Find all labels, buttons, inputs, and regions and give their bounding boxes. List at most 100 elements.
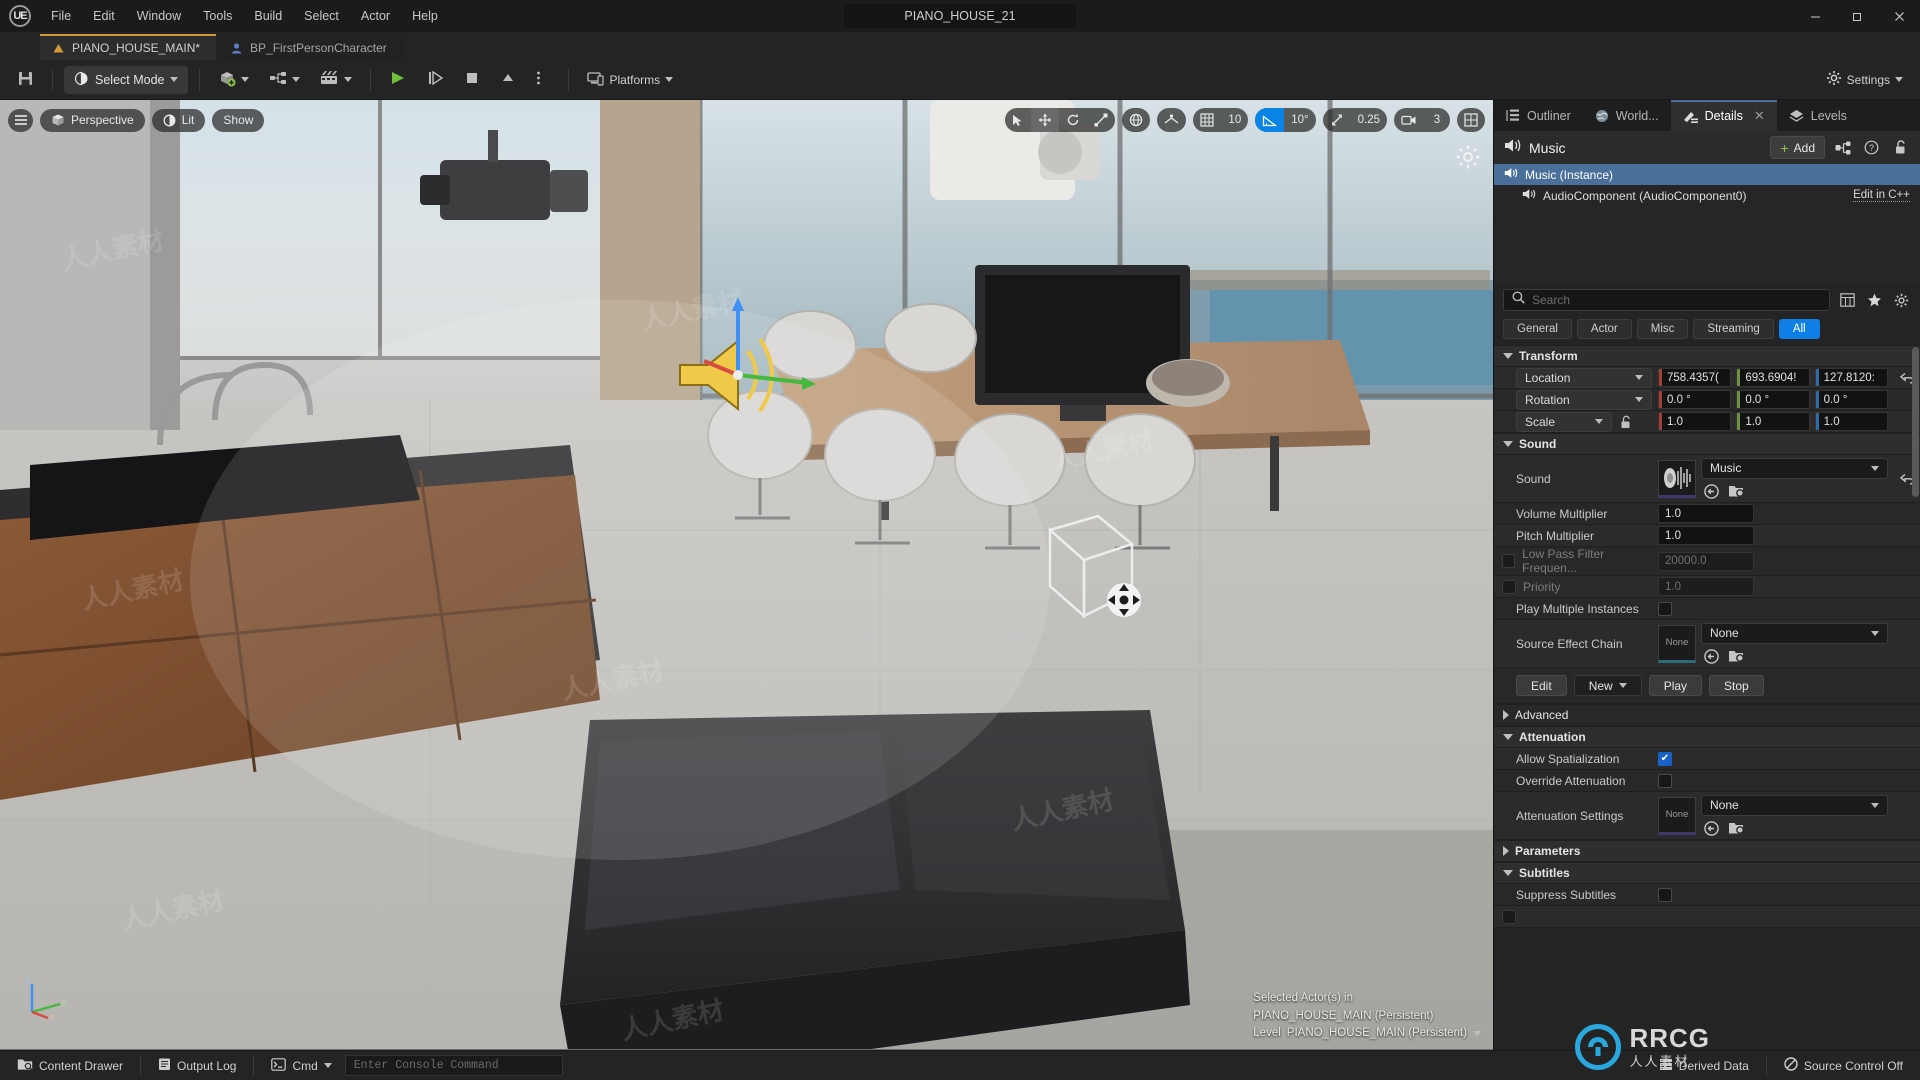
filter-streaming[interactable]: Streaming [1693, 319, 1774, 339]
search-container[interactable] [1503, 289, 1830, 311]
derived-data-button[interactable]: Derived Data [1650, 1054, 1758, 1077]
select-mode-dropdown[interactable]: Select Mode [64, 65, 189, 94]
settings-button[interactable]: Settings [1819, 66, 1910, 94]
angle-snap-icon[interactable] [1255, 108, 1285, 132]
component-music-instance[interactable]: Music (Instance) [1494, 164, 1920, 185]
console-command-input[interactable]: Enter Console Command [344, 1055, 563, 1076]
close-button[interactable] [1878, 0, 1920, 32]
viewport-level-selector[interactable]: Level PIANO_HOUSE_MAIN (Persistent) [1253, 1025, 1481, 1042]
browse-to-asset-icon[interactable] [1703, 820, 1720, 837]
eject-button[interactable] [493, 66, 523, 94]
section-header-transform[interactable]: Transform [1494, 345, 1920, 367]
section-header-attenuation[interactable]: Attenuation [1494, 726, 1920, 748]
scale-x-field[interactable]: 1.0 [1658, 412, 1732, 431]
menu-select[interactable]: Select [293, 4, 350, 29]
level-viewport[interactable]: 人人素材 人人素材 人人素材 人人素材 人人素材 人人素材 人人素材 人人素材 [0, 100, 1493, 1050]
help-icon[interactable]: ? [1860, 136, 1883, 159]
add-component-button[interactable]: + Add [1770, 136, 1825, 159]
blueprints-button[interactable] [262, 66, 307, 94]
minimize-button[interactable] [1794, 0, 1836, 32]
tab-bp-firstpersoncharacter[interactable]: BP_FirstPersonCharacter [218, 34, 403, 60]
scale-snap-icon[interactable] [1323, 108, 1351, 132]
menu-tools[interactable]: Tools [192, 4, 243, 29]
rotation-y-field[interactable]: 0.0 ° [1736, 390, 1810, 409]
tab-piano-house-main[interactable]: PIANO_HOUSE_MAIN* [40, 34, 217, 60]
audio-actor-gizmo[interactable] [660, 295, 840, 475]
menu-help[interactable]: Help [401, 4, 449, 29]
rotation-z-field[interactable]: 0.0 ° [1814, 390, 1888, 409]
pitch-field[interactable]: 1.0 [1658, 526, 1754, 545]
camera-speed-value[interactable]: 3 [1424, 108, 1450, 132]
location-y-field[interactable]: 693.6904! [1736, 368, 1810, 387]
select-tool-icon[interactable] [1005, 108, 1031, 132]
menu-window[interactable]: Window [126, 4, 192, 29]
location-z-field[interactable]: 127.8120: [1814, 368, 1888, 387]
angle-snap-value[interactable]: 10° [1284, 108, 1315, 132]
tab-levels[interactable]: Levels [1776, 100, 1859, 131]
edit-in-cpp-link[interactable]: Edit in C++ [1853, 189, 1910, 202]
location-x-field[interactable]: 758.4357( [1658, 368, 1732, 387]
priority-checkbox[interactable] [1502, 579, 1516, 594]
more-options-button[interactable] [529, 66, 557, 94]
attenuation-thumbnail[interactable]: None [1658, 796, 1696, 835]
filter-actor[interactable]: Actor [1576, 319, 1632, 339]
viewport-show-button[interactable]: Show [212, 108, 265, 132]
menu-file[interactable]: File [40, 4, 82, 29]
override-attenuation-checkbox[interactable] [1658, 773, 1672, 788]
rotation-dropdown[interactable]: Rotation [1516, 389, 1652, 410]
scale-dropdown[interactable]: Scale [1516, 411, 1612, 432]
priority-field[interactable]: 1.0 [1658, 577, 1754, 596]
scale-y-field[interactable]: 1.0 [1736, 412, 1810, 431]
component-audiocomponent[interactable]: AudioComponent (AudioComponent0) Edit in… [1494, 185, 1920, 206]
effect-chain-dropdown[interactable]: None [1701, 622, 1888, 644]
play-sound-button[interactable]: Play [1648, 675, 1703, 696]
find-in-content-browser-icon[interactable] [1728, 820, 1746, 837]
grid-snap-value[interactable]: 10 [1221, 108, 1248, 132]
find-in-content-browser-icon[interactable] [1728, 648, 1746, 665]
volume-field[interactable]: 1.0 [1658, 504, 1754, 523]
surface-snap-icon[interactable] [1157, 108, 1186, 132]
viewport-menu-button[interactable] [8, 108, 33, 132]
world-coords-icon[interactable] [1122, 108, 1150, 132]
play-multiple-instances-checkbox[interactable] [1658, 601, 1672, 616]
maximize-viewport-icon[interactable] [1457, 108, 1485, 132]
menu-actor[interactable]: Actor [350, 4, 401, 29]
gizmo-settings-button[interactable] [1453, 142, 1483, 172]
scale-lock-icon[interactable] [1618, 415, 1634, 429]
source-control-button[interactable]: Source Control Off [1775, 1054, 1912, 1077]
save-button[interactable] [10, 66, 41, 94]
allow-spatialization-checkbox[interactable] [1658, 751, 1672, 766]
rotate-tool-icon[interactable] [1059, 108, 1087, 132]
new-button[interactable]: New [1573, 675, 1642, 696]
grid-snap-icon[interactable] [1193, 108, 1221, 132]
filter-all[interactable]: All [1778, 319, 1820, 339]
section-header-subtitles[interactable]: Subtitles [1494, 862, 1920, 884]
content-drawer-button[interactable]: Content Drawer [8, 1054, 132, 1077]
viewport-lighting-button[interactable]: Lit [151, 108, 206, 132]
scale-z-field[interactable]: 1.0 [1814, 412, 1888, 431]
lowpass-checkbox[interactable] [1502, 554, 1516, 568]
attenuation-settings-dropdown[interactable]: None [1701, 794, 1888, 816]
browse-to-asset-icon[interactable] [1703, 648, 1720, 665]
stop-sound-button[interactable]: Stop [1709, 675, 1764, 696]
extra-checkbox[interactable] [1502, 909, 1516, 924]
viewport-perspective-button[interactable]: Perspective [40, 108, 145, 132]
filter-general[interactable]: General [1503, 319, 1572, 339]
filter-misc[interactable]: Misc [1636, 319, 1689, 339]
waveform-thumbnail[interactable] [1658, 459, 1696, 498]
maximize-button[interactable] [1836, 0, 1878, 32]
platforms-button[interactable]: Platforms [580, 66, 680, 94]
cmd-dropdown[interactable]: Cmd [262, 1054, 340, 1077]
translate-tool-icon[interactable] [1031, 108, 1060, 132]
selected-actor-gizmo[interactable] [1020, 500, 1160, 640]
section-header-sound[interactable]: Sound [1494, 433, 1920, 455]
rotation-x-field[interactable]: 0.0 ° [1658, 390, 1732, 409]
unlock-icon[interactable] [1889, 136, 1912, 159]
find-in-content-browser-icon[interactable] [1728, 483, 1746, 500]
play-button[interactable] [382, 66, 414, 94]
blueprint-graph-icon[interactable] [1831, 136, 1854, 159]
suppress-subtitles-checkbox[interactable] [1658, 887, 1672, 902]
tab-world-settings[interactable]: World... [1582, 100, 1671, 131]
output-log-button[interactable]: Output Log [149, 1054, 245, 1077]
columns-icon[interactable] [1837, 290, 1857, 310]
